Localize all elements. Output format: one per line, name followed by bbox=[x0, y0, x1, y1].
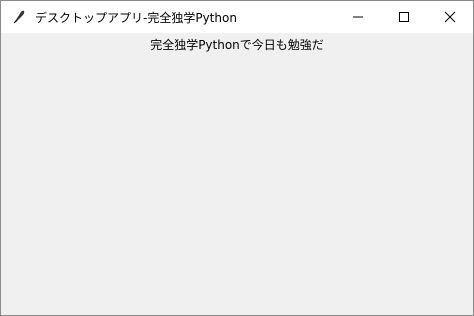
maximize-icon bbox=[398, 8, 410, 27]
minimize-icon bbox=[352, 8, 364, 27]
close-button[interactable] bbox=[427, 1, 473, 33]
app-window: デスクトップアプリ-完全独学Python 完全独学Pythonで今日も勉強だ bbox=[0, 0, 474, 316]
feather-icon bbox=[11, 9, 27, 25]
title-bar[interactable]: デスクトップアプリ-完全独学Python bbox=[1, 1, 473, 33]
window-content: 完全独学Pythonで今日も勉強だ bbox=[1, 33, 473, 315]
maximize-button[interactable] bbox=[381, 1, 427, 33]
minimize-button[interactable] bbox=[335, 1, 381, 33]
window-title: デスクトップアプリ-完全独学Python bbox=[35, 10, 237, 25]
close-icon bbox=[444, 8, 456, 27]
message-label: 完全独学Pythonで今日も勉強だ bbox=[150, 38, 324, 52]
window-controls bbox=[335, 1, 473, 33]
